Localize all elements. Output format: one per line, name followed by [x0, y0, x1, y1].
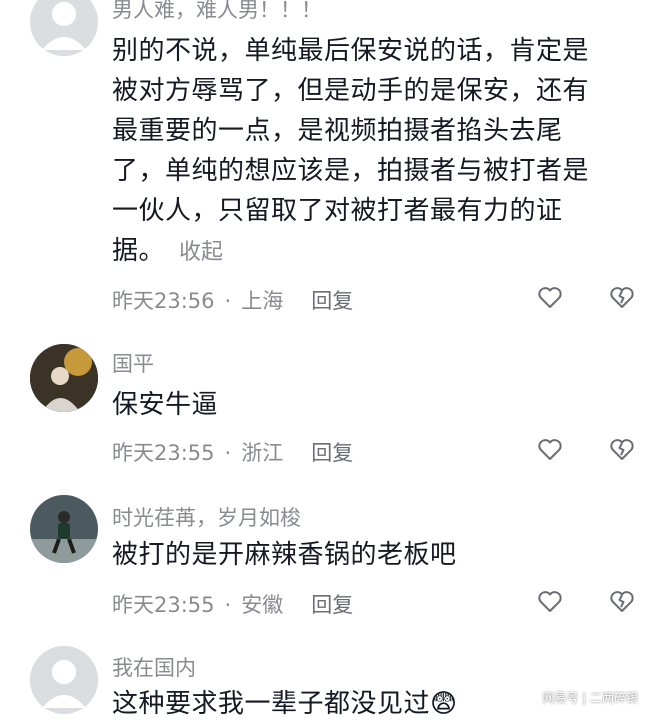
reply-button[interactable]: 回复 — [311, 593, 353, 617]
comment-line: 保安牛逼 — [112, 390, 219, 420]
comment-text: 别的不说，单纯最后保安说的话，肯定是 被对方辱骂了，但是动手的是保安，还有 最重… — [112, 31, 632, 273]
separator: · — [224, 593, 232, 617]
comment-line: 一伙人，只留取了对被打者最有力的证 — [112, 196, 563, 226]
comment-location: 安徽 — [241, 593, 284, 617]
comment-line-text: 据。 — [112, 236, 166, 266]
comment-line: 被对方辱骂了，但是动手的是保安，还有 — [112, 76, 590, 106]
comment-author[interactable]: 我在国内 — [112, 652, 196, 682]
comment-time: 昨天23:55 — [112, 593, 215, 617]
broken-heart-icon[interactable] — [608, 435, 636, 463]
comment-author[interactable]: 时光荏苒，岁月如梭 — [112, 502, 301, 532]
comment-line: 据。 收起 — [112, 231, 632, 273]
watermark: 网易号 | 二两碎银 — [542, 691, 638, 705]
comment-location: 上海 — [241, 289, 284, 313]
avatar[interactable] — [30, 0, 98, 56]
avatar[interactable] — [30, 495, 98, 563]
reply-button[interactable]: 回复 — [311, 441, 353, 465]
comment-line: 最重要的一点，是视频拍摄者掐头去尾 — [112, 116, 563, 146]
comment-time: 昨天23:56 — [112, 289, 215, 313]
comment-text: 保安牛逼 — [112, 385, 632, 425]
heart-outline-icon[interactable] — [536, 435, 564, 463]
comment-author[interactable]: 男人难，难人男！！！ — [112, 0, 322, 24]
comment-text: 被打的是开麻辣香锅的老板吧 — [112, 535, 632, 575]
heart-outline-icon[interactable] — [536, 587, 564, 615]
avatar[interactable] — [30, 344, 98, 412]
broken-heart-icon[interactable] — [608, 283, 636, 311]
comment-meta: 昨天23:55 · 安徽 回复 — [112, 589, 353, 619]
comment-meta: 昨天23:55 · 浙江 回复 — [112, 437, 353, 467]
comment-location: 浙江 — [241, 441, 284, 465]
avatar[interactable] — [30, 646, 98, 714]
comment-line: 被打的是开麻辣香锅的老板吧 — [112, 540, 457, 570]
separator: · — [224, 441, 232, 465]
reply-button[interactable]: 回复 — [311, 289, 353, 313]
separator: · — [224, 289, 232, 313]
heart-outline-icon[interactable] — [536, 283, 564, 311]
comment-meta: 昨天23:56 · 上海 回复 — [112, 285, 353, 315]
comment-line: 了，单纯的想应该是，拍摄者与被打者是 — [112, 156, 590, 186]
comment-line: 别的不说，单纯最后保安说的话，肯定是 — [112, 36, 590, 66]
comment-author[interactable]: 国平 — [112, 348, 154, 378]
collapse-button[interactable]: 收起 — [179, 240, 223, 265]
broken-heart-icon[interactable] — [608, 587, 636, 615]
comment-time: 昨天23:55 — [112, 441, 215, 465]
